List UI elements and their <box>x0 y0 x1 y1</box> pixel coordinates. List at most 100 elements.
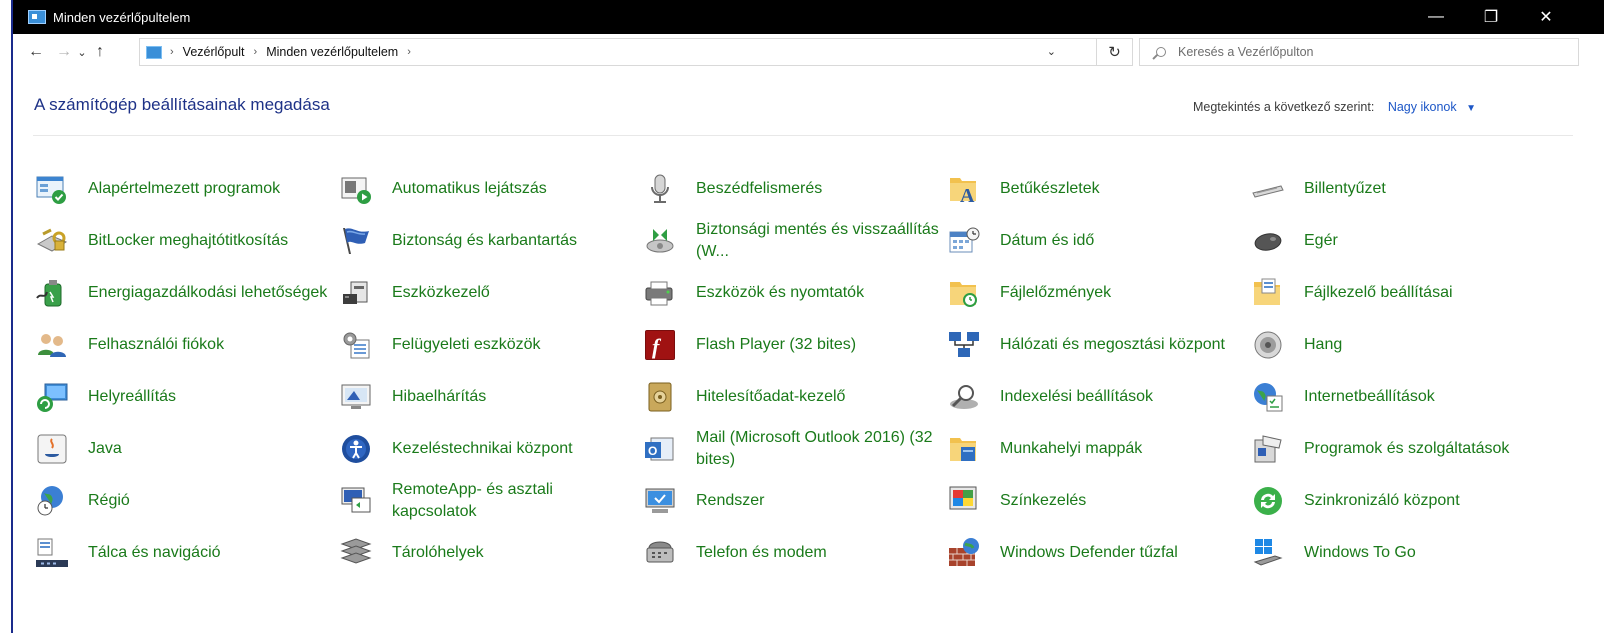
cpl-item-label[interactable]: Rendszer <box>696 490 764 512</box>
cpl-item[interactable]: Hang <box>1249 319 1553 371</box>
cpl-item[interactable]: O Mail (Microsoft Outlook 2016) (32 bites… <box>641 423 945 475</box>
cpl-item[interactable]: BitLocker meghajtótitkosítás <box>33 215 337 267</box>
cpl-item[interactable]: Internetbeállítások <box>1249 371 1553 423</box>
maximize-button[interactable]: ❐ <box>1468 0 1514 34</box>
cpl-item[interactable]: Tálca és navigáció <box>33 527 337 579</box>
cpl-item-label[interactable]: Hálózati és megosztási központ <box>1000 334 1225 356</box>
breadcrumb-all-items[interactable]: Minden vezérlőpultelem <box>266 45 398 59</box>
cpl-item[interactable]: Hibaelhárítás <box>337 371 641 423</box>
cpl-item-label[interactable]: Régió <box>88 490 130 512</box>
cpl-item[interactable]: Tárolóhelyek <box>337 527 641 579</box>
chevron-down-icon[interactable]: ▼ <box>1466 103 1476 114</box>
cpl-item-label[interactable]: Dátum és idő <box>1000 230 1094 252</box>
cpl-item-label[interactable]: Egér <box>1304 230 1338 252</box>
cpl-item-label[interactable]: Indexelési beállítások <box>1000 386 1153 408</box>
breadcrumb-control-panel[interactable]: Vezérlőpult <box>183 45 245 59</box>
cpl-item[interactable]: Indexelési beállítások <box>945 371 1249 423</box>
cpl-item-label[interactable]: Fájlkezelő beállításai <box>1304 282 1453 304</box>
cpl-item-label[interactable]: Szinkronizáló központ <box>1304 490 1460 512</box>
cpl-item[interactable]: Fájlkezelő beállításai <box>1249 267 1553 319</box>
cpl-item[interactable]: Egér <box>1249 215 1553 267</box>
cpl-item[interactable]: Billentyűzet <box>1249 163 1553 215</box>
cpl-item-label[interactable]: Biztonsági mentés és visszaállítás (W... <box>696 219 945 263</box>
cpl-item[interactable]: Hitelesítőadat-kezelő <box>641 371 945 423</box>
breadcrumb-separator[interactable]: › <box>254 46 258 58</box>
back-button[interactable]: ← <box>25 39 47 65</box>
cpl-item[interactable]: Biztonsági mentés és visszaállítás (W... <box>641 215 945 267</box>
cpl-item-label[interactable]: Mail (Microsoft Outlook 2016) (32 bites) <box>696 427 945 471</box>
cpl-item[interactable]: Hálózati és megosztási központ <box>945 319 1249 371</box>
refresh-button[interactable]: ↻ <box>1097 38 1133 66</box>
cpl-item[interactable]: Színkezelés <box>945 475 1249 527</box>
cpl-item-label[interactable]: Felügyeleti eszközök <box>392 334 541 356</box>
cpl-item-label[interactable]: Internetbeállítások <box>1304 386 1435 408</box>
cpl-item[interactable]: Automatikus lejátszás <box>337 163 641 215</box>
cpl-item-label[interactable]: BitLocker meghajtótitkosítás <box>88 230 288 252</box>
cpl-item-label[interactable]: Windows To Go <box>1304 542 1416 564</box>
cpl-item[interactable]: Dátum és idő <box>945 215 1249 267</box>
recent-locations-button[interactable]: ⌄ <box>75 39 89 65</box>
close-button[interactable]: ✕ <box>1523 0 1569 34</box>
cpl-item[interactable]: Programok és szolgáltatások <box>1249 423 1553 475</box>
cpl-item-label[interactable]: Java <box>88 438 122 460</box>
cpl-item[interactable]: Windows To Go <box>1249 527 1553 579</box>
cpl-item[interactable]: Windows Defender tűzfal <box>945 527 1249 579</box>
cpl-item[interactable]: Energiagazdálkodási lehetőségek <box>33 267 337 319</box>
cpl-item-label[interactable]: RemoteApp- és asztali kapcsolatok <box>392 479 641 523</box>
cpl-item[interactable]: Munkahelyi mappák <box>945 423 1249 475</box>
cpl-item-label[interactable]: Tálca és navigáció <box>88 542 221 564</box>
cpl-item[interactable]: f Flash Player (32 bites) <box>641 319 945 371</box>
cpl-item-label[interactable]: Munkahelyi mappák <box>1000 438 1142 460</box>
cpl-item-label[interactable]: Tárolóhelyek <box>392 542 484 564</box>
search-input[interactable]: Keresés a Vezérlőpulton <box>1139 38 1579 66</box>
cpl-item-label[interactable]: Eszközkezelő <box>392 282 490 304</box>
cpl-item[interactable]: Rendszer <box>641 475 945 527</box>
cpl-item-label[interactable]: Programok és szolgáltatások <box>1304 438 1509 460</box>
cpl-item[interactable]: Szinkronizáló központ <box>1249 475 1553 527</box>
cpl-item-label[interactable]: Fájlelőzmények <box>1000 282 1111 304</box>
cpl-item-label[interactable]: Windows Defender tűzfal <box>1000 542 1178 564</box>
cpl-item-label[interactable]: Felhasználói fiókok <box>88 334 224 356</box>
cpl-item-label[interactable]: Energiagazdálkodási lehetőségek <box>88 282 327 304</box>
window-left-border <box>0 0 13 633</box>
cpl-item[interactable]: A Betűkészletek <box>945 163 1249 215</box>
cpl-item[interactable]: Fájlelőzmények <box>945 267 1249 319</box>
cpl-item[interactable]: Eszközök és nyomtatók <box>641 267 945 319</box>
cpl-item[interactable]: Kezeléstechnikai központ <box>337 423 641 475</box>
cpl-item[interactable]: Eszközkezelő <box>337 267 641 319</box>
title-bar[interactable]: Minden vezérlőpultelem — ❐ ✕ <box>13 0 1604 34</box>
cpl-item-label[interactable]: Hitelesítőadat-kezelő <box>696 386 845 408</box>
cpl-item-label[interactable]: Eszközök és nyomtatók <box>696 282 864 304</box>
cpl-item[interactable]: Telefon és modem <box>641 527 945 579</box>
cpl-item[interactable]: Helyreállítás <box>33 371 337 423</box>
cpl-item-label[interactable]: Helyreállítás <box>88 386 176 408</box>
breadcrumb-separator[interactable]: › <box>170 46 174 58</box>
cpl-item-label[interactable]: Alapértelmezett programok <box>88 178 280 200</box>
cpl-item-label[interactable]: Telefon és modem <box>696 542 827 564</box>
address-bar[interactable]: › Vezérlőpult › Minden vezérlőpultelem ›… <box>139 38 1097 66</box>
cpl-item-label[interactable]: Kezeléstechnikai központ <box>392 438 573 460</box>
forward-button[interactable]: → <box>53 39 75 65</box>
cpl-item[interactable]: Biztonság és karbantartás <box>337 215 641 267</box>
cpl-item-label[interactable]: Betűkészletek <box>1000 178 1100 200</box>
breadcrumb-separator[interactable]: › <box>407 46 411 58</box>
cpl-item[interactable]: Régió <box>33 475 337 527</box>
cpl-item-label[interactable]: Flash Player (32 bites) <box>696 334 856 356</box>
cpl-item[interactable]: Alapértelmezett programok <box>33 163 337 215</box>
cpl-item[interactable]: Felhasználói fiókok <box>33 319 337 371</box>
cpl-item-label[interactable]: Biztonság és karbantartás <box>392 230 577 252</box>
cpl-item[interactable]: Java <box>33 423 337 475</box>
view-by-dropdown[interactable]: Nagy ikonok <box>1388 100 1457 114</box>
cpl-item-label[interactable]: Beszédfelismerés <box>696 178 822 200</box>
cpl-item-label[interactable]: Hibaelhárítás <box>392 386 486 408</box>
address-dropdown-icon[interactable]: ⌄ <box>1047 45 1056 58</box>
cpl-item-label[interactable]: Hang <box>1304 334 1342 356</box>
cpl-item-label[interactable]: Színkezelés <box>1000 490 1086 512</box>
cpl-item[interactable]: Felügyeleti eszközök <box>337 319 641 371</box>
cpl-item[interactable]: RemoteApp- és asztali kapcsolatok <box>337 475 641 527</box>
up-button[interactable]: ↑ <box>89 39 111 65</box>
cpl-item-label[interactable]: Automatikus lejátszás <box>392 178 547 200</box>
cpl-item-label[interactable]: Billentyűzet <box>1304 178 1386 200</box>
minimize-button[interactable]: — <box>1413 0 1459 34</box>
cpl-item[interactable]: Beszédfelismerés <box>641 163 945 215</box>
